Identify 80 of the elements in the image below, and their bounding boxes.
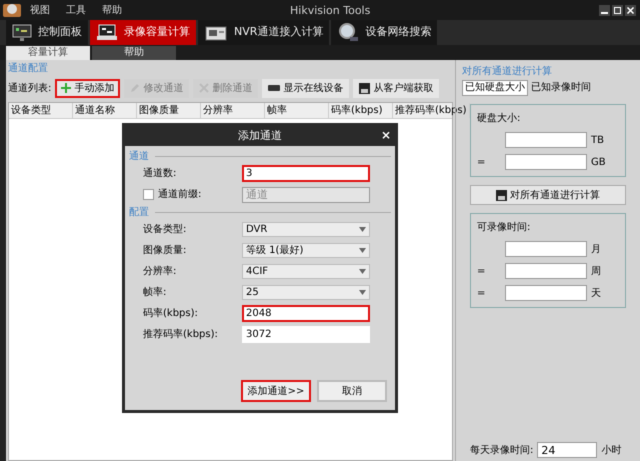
search-icon — [337, 22, 360, 42]
equals-sign: = — [477, 156, 486, 170]
caret-icon — [359, 227, 366, 232]
main-tab[interactable]: 控制面板 — [6, 20, 88, 45]
close-button[interactable]: × — [380, 128, 391, 142]
panel-title: 通道配置 — [8, 63, 49, 75]
input-field[interactable] — [505, 241, 587, 257]
field-label: 码率(kbps): — [143, 306, 198, 321]
input-field[interactable]: 3072 — [242, 326, 370, 343]
section-title: 通道 — [129, 150, 149, 164]
device-icon — [268, 84, 280, 92]
input-field[interactable]: 24 — [537, 442, 598, 458]
plus-icon — [61, 83, 72, 93]
group-label: 可录像时间: — [477, 220, 532, 235]
input-field[interactable]: 通道 — [242, 186, 370, 202]
maximize-icon[interactable] — [612, 4, 623, 16]
caret-icon — [359, 290, 366, 295]
unit-label: 天 — [591, 286, 601, 300]
dialog-title: 添加通道 — [238, 128, 282, 144]
input-field[interactable] — [505, 132, 587, 148]
app-logo-icon — [2, 1, 22, 19]
main-tab[interactable]: 设备网络搜索 — [331, 20, 438, 45]
toolbar-button[interactable]: 从客户端获取 — [353, 78, 440, 98]
caret-icon — [359, 269, 366, 274]
group-label: 硬盘大小: — [477, 112, 522, 126]
dialog-button[interactable]: 添加通道>> — [241, 380, 311, 402]
close-icon[interactable] — [625, 4, 636, 16]
calc-tab[interactable]: 已知硬盘大小 — [462, 80, 528, 96]
checkbox[interactable] — [143, 189, 154, 200]
unit-label: 周 — [591, 264, 601, 278]
column-header: 帧率 — [265, 103, 329, 118]
column-header: 图像质量 — [137, 103, 201, 118]
list-label: 通道列表: — [8, 82, 52, 96]
field-label: 设备类型: — [143, 222, 186, 237]
panel-title: 对所有通道进行计算 — [462, 66, 553, 78]
sub-tab[interactable]: 容量计算 — [6, 46, 90, 60]
toolbar-button[interactable]: 手动添加 — [55, 78, 120, 98]
unit-label: 小时 — [601, 444, 622, 458]
dialog-button[interactable]: 取消 — [317, 380, 387, 402]
column-header: 分辨率 — [201, 103, 265, 118]
daily-label: 每天录像时间: — [470, 444, 534, 458]
toolbar-button[interactable]: 显示在线设备 — [262, 78, 350, 98]
field-label: 图像质量: — [143, 244, 186, 258]
menu-item[interactable]: 视图 — [30, 2, 50, 18]
menu-item[interactable]: 帮助 — [102, 2, 122, 18]
laptop-icon — [96, 24, 118, 42]
main-tab[interactable]: NVR通道接入计算 — [198, 20, 330, 45]
input-field[interactable]: 2048 — [242, 305, 370, 322]
field-label: 通道前缀: — [158, 188, 202, 202]
dropdown[interactable]: 等级 1(最好) — [242, 243, 370, 258]
column-header: 通道名称 — [73, 103, 137, 118]
input-field[interactable] — [505, 285, 587, 301]
section-title: 配置 — [129, 206, 149, 220]
input-field[interactable] — [505, 263, 587, 279]
menu-item[interactable]: 工具 — [66, 2, 86, 18]
dropdown[interactable]: 4CIF — [242, 264, 370, 279]
column-header: 码率(kbps) — [329, 103, 393, 118]
dropdown[interactable]: 25 — [242, 285, 370, 300]
field-label: 通道数: — [143, 166, 176, 181]
main-tab[interactable]: 录像容量计算 — [90, 20, 196, 45]
calculate-button[interactable]: 对所有通道进行计算 — [470, 185, 626, 205]
field-label: 推荐码率(kbps): — [143, 328, 218, 342]
minimize-icon[interactable] — [599, 4, 610, 16]
unit-label: 月 — [591, 242, 601, 256]
input-field[interactable] — [505, 154, 587, 170]
dropdown[interactable]: DVR — [242, 222, 370, 237]
field-label: 帧率: — [143, 286, 166, 300]
field-label: 分辨率: — [143, 264, 176, 279]
column-header: 推荐码率(kbps) — [393, 103, 470, 118]
caret-icon — [359, 248, 366, 253]
sub-tab[interactable]: 帮助 — [92, 46, 176, 60]
unit-label: TB — [591, 134, 604, 148]
equals-sign: = — [477, 264, 486, 278]
window-title: Hikvision Tools — [290, 3, 370, 19]
column-header: 设备类型 — [9, 103, 73, 118]
input-field[interactable]: 3 — [242, 165, 370, 182]
equals-sign: = — [477, 286, 486, 300]
device-icon — [204, 24, 228, 42]
unit-label: GB — [591, 156, 606, 170]
monitor-icon — [12, 24, 32, 42]
